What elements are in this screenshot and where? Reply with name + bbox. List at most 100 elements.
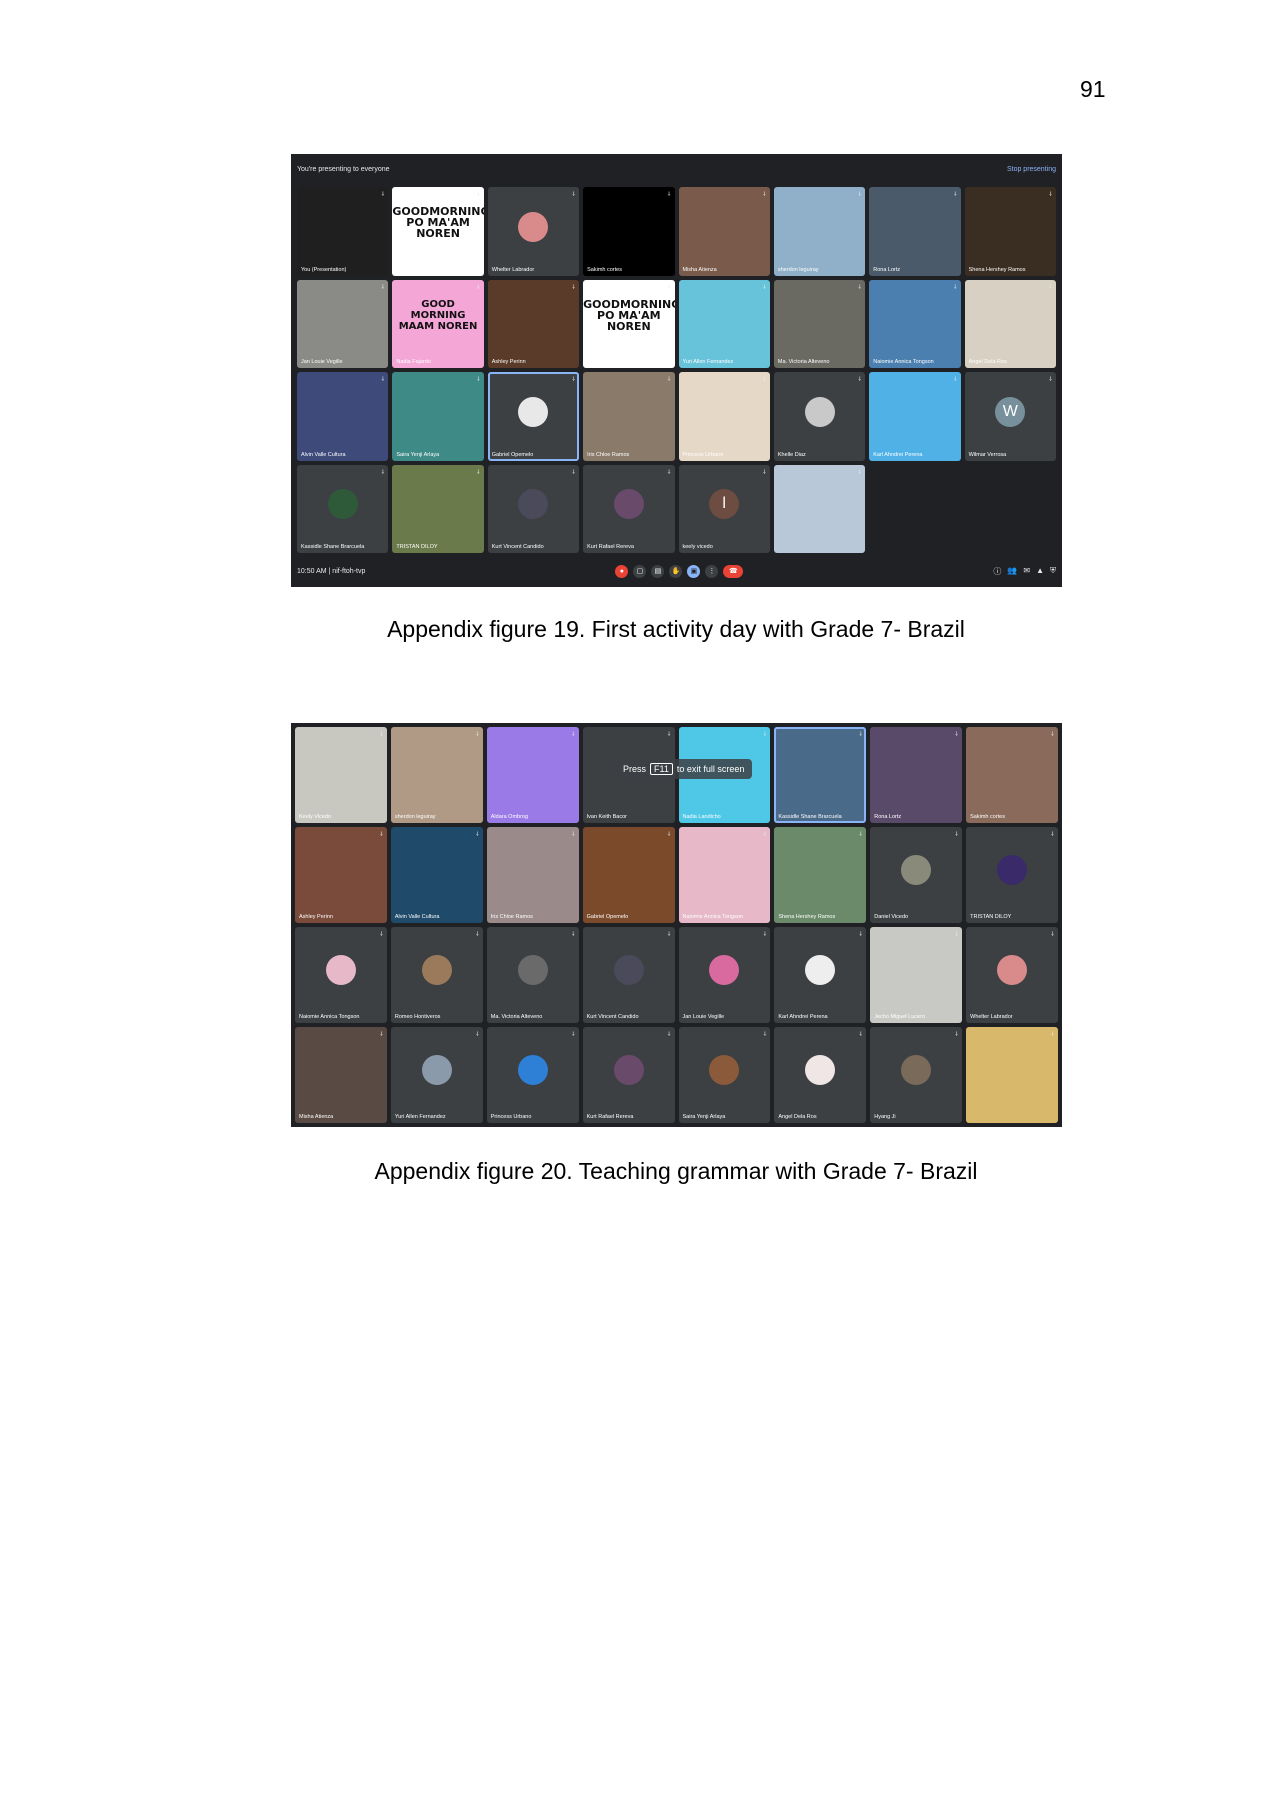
participant-tile[interactable]: ⸸ Princess Urbano: [486, 1027, 579, 1123]
participant-tile[interactable]: ⸸ Karl Ahndrei Perena: [869, 372, 961, 461]
meeting-info: 10:50 AM | nif-ftoh-tvp: [297, 567, 366, 575]
participant-tile[interactable]: ⸸ Ma. Victoria Alteveno: [486, 927, 579, 1023]
participant-name: sherdon leguiray: [394, 814, 436, 820]
participant-tile[interactable]: ⸸ Daniel Vicedo: [870, 827, 963, 923]
participant-tile[interactable]: ⸸ Kurt Vincent Candido: [582, 927, 675, 1023]
participant-tile[interactable]: ⸸ Khelle Diaz: [773, 372, 866, 461]
captions-icon[interactable]: ▤: [651, 564, 665, 578]
participant-tile[interactable]: ⸸ Ashley Perinn: [295, 827, 387, 923]
participant-name: Yuri Allen Fernandez: [394, 1114, 446, 1120]
avatar: [709, 955, 740, 986]
participant-tile[interactable]: ⸸ Kurt Vincent Candido: [487, 464, 580, 553]
participant-tile[interactable]: W ⸸ Wilmar Verrosa: [964, 372, 1056, 461]
participant-tile[interactable]: ⸸ You (Presentation): [297, 187, 389, 276]
participant-tile[interactable]: ⸸ Angel Dela Ros: [774, 1027, 867, 1123]
mic-muted-icon: ⸸: [475, 832, 479, 838]
chat-icon[interactable]: ✉: [1023, 566, 1030, 577]
activities-icon[interactable]: ▲: [1036, 566, 1044, 577]
participant-tile[interactable]: ⸸ Kassidle Shane Brarcuela: [297, 464, 389, 553]
shared-greeting-text: GOOD MORNING MAAM NOREN: [398, 298, 478, 332]
participant-tile[interactable]: ⸸ Jan Louie Vegille: [297, 279, 389, 368]
participant-tile[interactable]: ⸸ Hyang Ji: [870, 1027, 963, 1123]
avatar: l: [709, 489, 740, 520]
participant-name: Ma. Victoria Alteveno: [777, 359, 830, 365]
call-controls: ● ▢ ▤ ✋ ▣ ⋮ ☎: [615, 564, 744, 578]
participant-tile[interactable]: ⸸ Kurt Rafael Rereva: [582, 1027, 675, 1123]
participant-tile[interactable]: ⸸ Sakimh cortes: [966, 727, 1058, 823]
participant-tile[interactable]: ⸸ Rona Lortz: [870, 727, 963, 823]
mic-muted-icon: ⸸: [955, 732, 959, 738]
participant-tile[interactable]: ⸸ Saira Yenji Arlaya: [392, 372, 484, 461]
more-options-icon[interactable]: ⋮: [705, 564, 719, 578]
avatar: [613, 489, 644, 520]
participant-tile[interactable]: ⸸ Iris Chloe Ramos: [486, 827, 579, 923]
participant-tile[interactable]: ⸸: [773, 464, 866, 553]
people-icon[interactable]: 👥: [1007, 566, 1017, 577]
participant-tile[interactable]: ⸸ TRISTAN DILOY: [392, 464, 484, 553]
participant-tile[interactable]: ⸸ Ma. Victoria Alteveno: [773, 279, 866, 368]
participant-tile[interactable]: ⸸ Whelter Labrador: [966, 927, 1058, 1023]
avatar: [613, 955, 644, 986]
stop-presenting-button[interactable]: Stop presenting: [1007, 166, 1056, 173]
host-controls-icon[interactable]: ⛨: [1050, 566, 1056, 577]
mic-muted-icon: ⸸: [1049, 192, 1052, 198]
participant-tile[interactable]: ⸸ Jan Louie Vegille: [678, 927, 771, 1023]
camera-icon[interactable]: ▢: [633, 564, 647, 578]
participant-tile[interactable]: ⸸ Keely Vicedo: [295, 727, 387, 823]
participant-tile[interactable]: ⸸ sherdon leguiray: [390, 727, 483, 823]
mic-muted-icon: ⸸: [859, 932, 863, 938]
participant-tile[interactable]: ⸸ sherdon leguiray: [773, 187, 866, 276]
participant-name: Jan Louie Vegille: [682, 1014, 725, 1020]
participant-tile[interactable]: ⸸ Kurt Rafael Rereva: [583, 464, 675, 553]
mic-muted-icon: ⸸: [763, 192, 766, 198]
mic-muted-icon: ⸸: [572, 469, 576, 476]
participant-tile[interactable]: ⸸ Yuri Allen Fernandez: [678, 279, 770, 368]
avatar: [421, 955, 452, 986]
participant-name: Ashley Perinn: [491, 359, 526, 365]
participant-tile[interactable]: ⸸ Yuri Allen Fernandez: [390, 1027, 483, 1123]
present-icon[interactable]: ▣: [687, 564, 701, 578]
participant-tile[interactable]: GOODMORNING PO MA'AM NOREN ⸸ Aldara Ombrog: [583, 279, 675, 368]
participant-tile[interactable]: ⸸ Karl Ahndrei Perena: [774, 927, 867, 1023]
participant-tile[interactable]: ⸸ Saira Yenji Arlaya: [678, 1027, 771, 1123]
participant-tile[interactable]: GOOD MORNING MAAM NOREN ⸸ Nadia Fajardo: [392, 279, 484, 368]
participant-tile[interactable]: l ⸸ keely vicedo: [678, 464, 770, 553]
participant-tile[interactable]: ⸸ Misha Atienza: [678, 187, 770, 276]
participant-tile[interactable]: ⸸ Kassidle Shane Brarcuela: [774, 727, 867, 823]
participant-tile[interactable]: ⸸ Gabriel Opemelo: [487, 372, 580, 461]
participant-tile[interactable]: ⸸ Alvin Valle Cultura: [390, 827, 483, 923]
participant-tile[interactable]: ⸸ Iris Chloe Ramos: [583, 372, 675, 461]
participant-name: Keely Vicedo: [299, 814, 332, 820]
raise-hand-icon[interactable]: ✋: [669, 564, 683, 578]
participant-tile[interactable]: ⸸ Jecho Miguel Lucero: [870, 927, 963, 1023]
participant-tile[interactable]: ⸸ Misha Atienza: [295, 1027, 387, 1123]
participant-tile[interactable]: ⸸ TRISTAN DILOY: [966, 827, 1058, 923]
participant-tile[interactable]: ⸸ Naiomie Annica Tongson: [295, 927, 387, 1023]
participant-tile[interactable]: ⸸ Naiomie Annica Tongson: [869, 279, 961, 368]
mic-off-icon[interactable]: ●: [615, 564, 629, 578]
mic-muted-icon: ⸸: [763, 469, 766, 476]
participant-tile[interactable]: ⸸ Shena Hershey Ramos: [964, 187, 1056, 276]
participant-tile[interactable]: ⸸ Princess Urbano: [678, 372, 770, 461]
participant-tile[interactable]: ⸸ Ashley Perinn: [487, 279, 580, 368]
participant-tile[interactable]: ⸸ Angel Dela Ros: [964, 279, 1056, 368]
participant-tile[interactable]: ⸸ Whelter Labrador: [487, 187, 580, 276]
participant-name: Naiomie Annica Tongson: [682, 914, 743, 920]
participant-tile[interactable]: ⸸ Alvin Valle Cultura: [297, 372, 389, 461]
participant-tile[interactable]: GOODMORNING PO MA'AM NOREN ⸸ Ivan Keith Ba…: [392, 187, 484, 276]
presenting-banner: You're presenting to everyone Stop prese…: [297, 160, 1056, 178]
participant-tile[interactable]: ⸸ Gabriel Opemelo: [582, 827, 675, 923]
avatar: [517, 955, 548, 986]
participant-name: Kassidle Shane Brarcuela: [778, 814, 842, 820]
toast-key: F11: [650, 763, 673, 775]
participant-tile[interactable]: ⸸ Romeo Hontiveros: [390, 927, 483, 1023]
participant-tile[interactable]: ⸸ Sakimh cortes: [583, 187, 675, 276]
meet-screenshot-figure-20: ⸸ Keely Vicedo ⸸ sherdon leguiray ⸸ Aldara Om…: [291, 723, 1062, 1127]
info-icon[interactable]: ⓘ: [993, 566, 1001, 577]
participant-tile[interactable]: ⸸ Rona Lortz: [869, 187, 961, 276]
leave-call-icon[interactable]: ☎: [723, 564, 744, 578]
participant-tile[interactable]: ⸸ Shena Hershey Ramos: [774, 827, 867, 923]
participant-tile[interactable]: ⸸ Naiomie Annica Tongson: [678, 827, 771, 923]
participant-tile[interactable]: ⸸: [966, 1027, 1058, 1123]
participant-tile[interactable]: ⸸ Aldara Ombrog: [486, 727, 579, 823]
